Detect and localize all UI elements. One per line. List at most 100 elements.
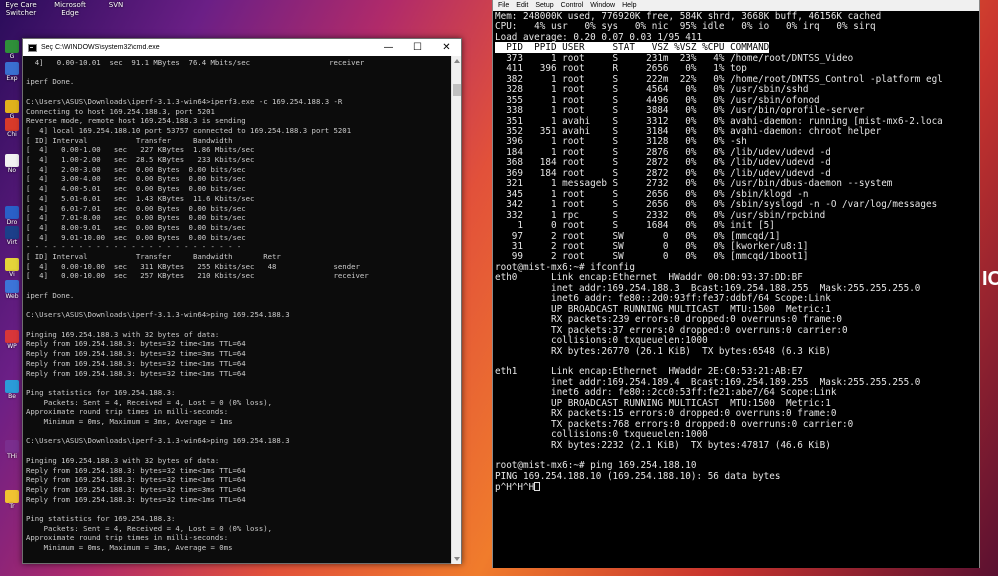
- cmd-output-line: Reverse mode, remote host 169.254.188.3 …: [26, 116, 246, 126]
- cmd-output-line: [26, 504, 451, 514]
- terminal-typed-text: p^H^H^H: [495, 482, 535, 494]
- cmd-output-line: [ 4] 2.00-3.00 sec 0.00 Bytes 0.00 bits/…: [26, 164, 246, 174]
- cmd-output-line: [ 4] 1.00-2.00 sec 28.5 KBytes 233 Kbits…: [26, 155, 255, 165]
- desktop-icon[interactable]: No: [2, 154, 22, 176]
- cmd-output-line: Minimum = 0ms, Maximum = 3ms, Average = …: [26, 543, 233, 553]
- cmd-output-line: [ 4] 3.00-4.00 sec 0.00 Bytes 0.00 bits/…: [26, 174, 246, 184]
- app-icon: [5, 62, 19, 75]
- cmd-output-line: [ 4] 7.01-8.00 sec 0.00 Bytes 0.00 bits/…: [26, 213, 246, 223]
- menu-item-help[interactable]: Help: [622, 2, 636, 9]
- terminal-window[interactable]: File Edit Setup Control Window Help Mem: 2480…: [492, 0, 980, 568]
- scroll-down-icon[interactable]: [454, 557, 460, 561]
- scrollbar-thumb[interactable]: [453, 84, 461, 96]
- terminal-input-line[interactable]: p^H^H^H: [495, 482, 971, 493]
- cmd-output-line: [26, 427, 451, 437]
- cmd-output-line: C:\Users\ASUS\Downloads\iperf-3.1.3-win6…: [26, 96, 343, 106]
- menu-item-file[interactable]: File: [498, 2, 509, 9]
- app-icon: [5, 258, 19, 271]
- desktop-icon[interactable]: THi: [2, 440, 22, 462]
- cmd-output-line: [ ID] Interval Transfer Bandwidth: [26, 135, 233, 145]
- minimize-button[interactable]: —: [374, 39, 403, 56]
- cmd-output-line: Reply from 169.254.188.3: bytes=32 time<…: [26, 475, 246, 485]
- cmd-output-line: Packets: Sent = 4, Received = 4, Lost = …: [26, 397, 273, 407]
- scroll-up-icon[interactable]: [454, 59, 460, 63]
- cmd-output-line: [ 4] 0.00-10.00 sec 311 KBytes 255 Kbits…: [26, 261, 360, 271]
- terminal-line: RX bytes:26770 (26.1 KiB) TX bytes:6548 …: [495, 345, 831, 357]
- desktop-icon[interactable]: Be: [2, 380, 22, 402]
- desktop-icon-microsoft-edge[interactable]: Microsoft Edge: [48, 1, 92, 17]
- cmd-console-output[interactable]: 4] 0.00-10.01 sec 91.1 MBytes 76.4 Mbits…: [23, 56, 451, 564]
- desktop-side-icons: G Exp G Chi No Dro Virt Vi Web WP Be THi…: [0, 30, 22, 576]
- menu-item-window[interactable]: Window: [590, 2, 615, 9]
- wallpaper-text: IC: [982, 268, 998, 290]
- menu-item-edit[interactable]: Edit: [516, 2, 528, 9]
- desktop-icon[interactable]: WP: [2, 330, 22, 352]
- cmd-output-line: 4] 0.00-10.01 sec 91.1 MBytes 76.4 Mbits…: [26, 58, 365, 67]
- dropbox-icon: [5, 206, 19, 219]
- cmd-output-line: Reply from 169.254.188.3: bytes=32 time<…: [26, 339, 246, 349]
- desktop-top-icons: Eye Care Switcher Microsoft Edge SVN: [0, 0, 140, 22]
- desktop-icon[interactable]: Virt: [2, 226, 22, 248]
- cmd-output-line: [ ID] Interval Transfer Bandwidth Retr: [26, 252, 281, 262]
- desktop-icon[interactable]: Exp: [2, 62, 22, 84]
- desktop-icon[interactable]: Chi: [2, 118, 22, 140]
- cmd-output-line: Ping statistics for 169.254.188.3:: [26, 514, 176, 524]
- cmd-output-line: Approximate round trip times in milli-se…: [26, 407, 229, 417]
- desktop-icon[interactable]: Web: [2, 280, 22, 302]
- desktop-icon-svn[interactable]: SVN: [104, 1, 128, 9]
- app-icon: [5, 40, 19, 53]
- app-icon: [5, 118, 19, 131]
- menu-item-setup[interactable]: Setup: [535, 2, 553, 9]
- app-icon: [5, 440, 19, 453]
- terminal-output[interactable]: Mem: 248000K used, 776920K free, 584K sh…: [493, 11, 971, 566]
- notepad-icon: [5, 154, 19, 167]
- terminal-menubar: File Edit Setup Control Window Help: [493, 0, 979, 11]
- virtualbox-icon: [5, 226, 19, 239]
- cmd-window[interactable]: Seç C:\WINDOWS\system32\cmd.exe — ☐ ✕ 4]…: [22, 38, 462, 564]
- cmd-output-line: Reply from 169.254.188.3: bytes=32 time=…: [26, 349, 246, 359]
- cmd-output-line: [26, 320, 451, 330]
- cmd-output-line: C:\Users\ASUS\Downloads\iperf-3.1.3-win6…: [26, 436, 290, 446]
- desktop-icon[interactable]: G: [2, 40, 22, 62]
- desktop-icon[interactable]: Vi: [2, 258, 22, 280]
- cmd-output-line: [ 4] 8.00-9.01 sec 0.00 Bytes 0.00 bits/…: [26, 222, 246, 232]
- cmd-output-line: Pinging 169.254.188.3 with 32 bytes of d…: [26, 455, 220, 465]
- cmd-output-line: [ 4] 0.00-1.00 sec 227 KBytes 1.86 Mbits…: [26, 145, 255, 155]
- cmd-output-line: Reply from 169.254.188.3: bytes=32 time<…: [26, 368, 246, 378]
- cmd-output-line: [ 4] 0.00-10.00 sec 257 KBytes 210 Kbits…: [26, 271, 369, 281]
- cmd-output-line: Connecting to host 169.254.188.3, port 5…: [26, 106, 215, 116]
- cmd-output-line: C:\Users\ASUS\Downloads\iperf-3.1.3-win6…: [26, 563, 451, 564]
- cmd-output-line: [26, 87, 451, 97]
- cmd-titlebar[interactable]: Seç C:\WINDOWS\system32\cmd.exe — ☐ ✕: [23, 39, 461, 56]
- chrome-icon: [5, 100, 19, 113]
- cmd-icon: [28, 43, 37, 52]
- terminal-line: collisions:0 txqueuelen:1000: [495, 429, 708, 441]
- cmd-output-line: [ 4] 9.01-10.00 sec 0.00 Bytes 0.00 bits…: [26, 232, 246, 242]
- cmd-output-line: iperf Done.: [26, 290, 75, 300]
- desktop-icon[interactable]: Dro: [2, 206, 22, 228]
- terminal-line: 338 1 root S 3884 0% 0% /usr/bin/oprofil…: [495, 105, 865, 117]
- terminal-line: RX bytes:2232 (2.1 KiB) TX bytes:47817 (…: [495, 439, 831, 451]
- cmd-output-line: C:\Users\ASUS\Downloads\iperf-3.1.3-win6…: [26, 310, 290, 320]
- desktop-icon[interactable]: Tr: [2, 490, 22, 512]
- cmd-output-line: Minimum = 0ms, Maximum = 3ms, Average = …: [26, 417, 233, 427]
- cmd-output-line: Reply from 169.254.188.3: bytes=32 time<…: [26, 358, 246, 368]
- cmd-output-line: Reply from 169.254.188.3: bytes=32 time<…: [26, 494, 246, 504]
- cmd-output-line: [26, 281, 451, 291]
- terminal-scrollbar[interactable]: [970, 11, 979, 567]
- cmd-scrollbar[interactable]: [451, 56, 461, 564]
- cmd-output-line: [ 4] local 169.254.188.10 port 53757 con…: [26, 125, 352, 135]
- menu-item-control[interactable]: Control: [561, 2, 584, 9]
- terminal-line: 1 0 root S 1684 0% 0% init [5]: [495, 220, 775, 232]
- terminal-line: PING 169.254.188.10 (169.254.188.10): 56…: [495, 470, 781, 482]
- cmd-output-line: Pinging 169.254.188.3 with 32 bytes of d…: [26, 329, 220, 339]
- maximize-button[interactable]: ☐: [403, 39, 432, 56]
- cmd-output-line: [ 4] 6.01-7.01 sec 0.00 Bytes 0.00 bits/…: [26, 203, 246, 213]
- desktop-icon-eye-care-switcher[interactable]: Eye Care Switcher: [2, 1, 40, 17]
- cmd-output-line: - - - - - - - - - - - - - - - - - - - - …: [26, 242, 242, 252]
- close-button[interactable]: ✕: [432, 39, 461, 56]
- cmd-output-line: [ 4] 4.00-5.01 sec 0.00 Bytes 0.00 bits/…: [26, 184, 246, 194]
- cursor-icon: [534, 482, 541, 492]
- cmd-output-line: [ 4] 5.01-6.01 sec 1.43 KBytes 11.6 Kbit…: [26, 193, 255, 203]
- terminal-line: collisions:0 txqueuelen:1000: [495, 335, 708, 347]
